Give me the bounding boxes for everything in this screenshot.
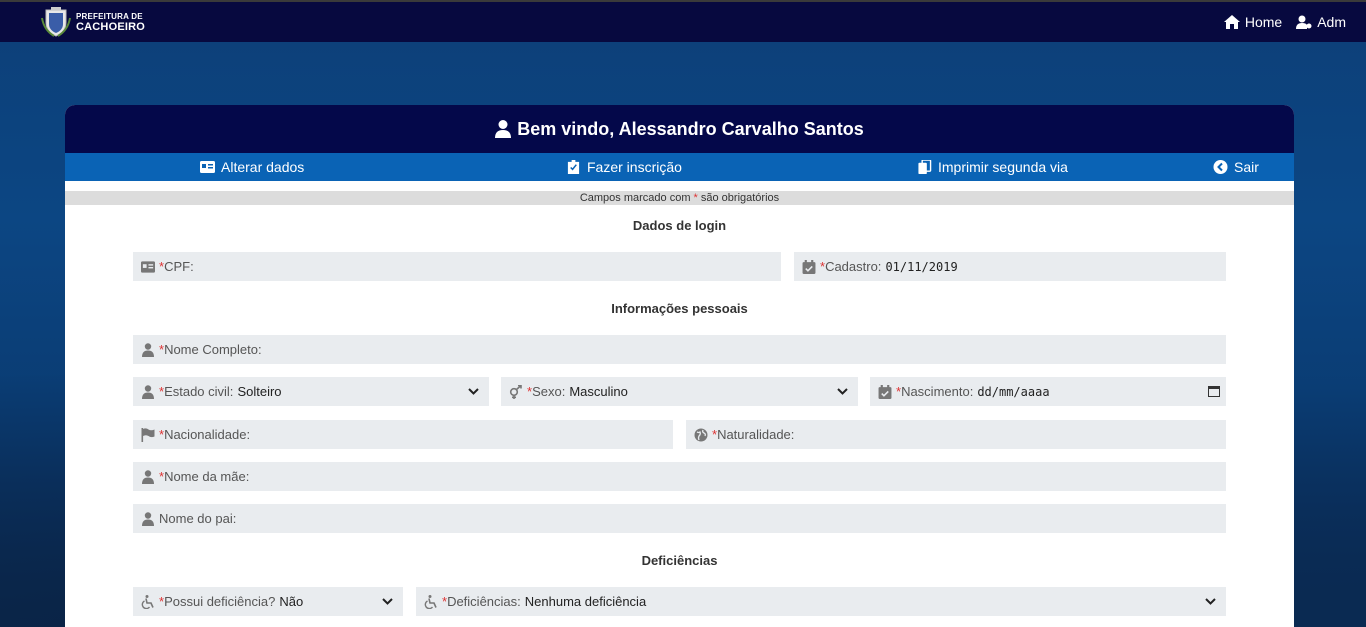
user-icon xyxy=(495,120,512,138)
user-icon xyxy=(142,511,154,526)
section-title-login: Dados de login xyxy=(632,218,727,233)
brand-line2: CACHOEIRO xyxy=(76,21,146,33)
chevron-circle-left-icon xyxy=(1213,160,1228,174)
nav-home-link[interactable]: Home xyxy=(1223,14,1283,30)
sexo-label: *Sexo: xyxy=(527,384,566,399)
nascimento-value: dd/mm/aaaa xyxy=(977,384,1050,399)
sexo-select[interactable]: *Sexo: Masculino xyxy=(501,377,858,406)
nome-mae-label: *Nome da mãe: xyxy=(159,469,250,484)
clipboard-check-icon xyxy=(567,160,580,174)
venus-mars-icon xyxy=(509,384,522,399)
possui-deficiencia-label: *Possui deficiência? xyxy=(159,594,276,609)
estado-civil-value: Solteiro xyxy=(237,384,282,399)
estado-civil-select[interactable]: *Estado civil: Solteiro xyxy=(133,377,489,406)
nav-adm-label: Adm xyxy=(1317,14,1346,30)
notice-text-after: são obrigatórios xyxy=(697,192,780,204)
nome-completo-label: *Nome Completo: xyxy=(159,342,262,357)
imprimir-segunda-via-label: Imprimir segunda via xyxy=(938,159,1068,175)
naturalidade-field[interactable]: *Naturalidade: xyxy=(686,420,1226,449)
deficiencias-label: *Deficiências: xyxy=(442,594,521,609)
nome-pai-label: Nome do pai: xyxy=(159,511,237,526)
wheelchair-icon xyxy=(424,594,437,609)
possui-deficiencia-value: Não xyxy=(279,594,304,609)
alterar-dados-button[interactable]: Alterar dados xyxy=(200,153,304,181)
cpf-field[interactable]: *CPF: xyxy=(133,252,781,281)
notice-text-before: Campos marcado com xyxy=(579,192,694,204)
section-title-disabilities: Deficiências xyxy=(641,553,718,568)
alterar-dados-label: Alterar dados xyxy=(221,159,305,175)
welcome-text: Bem vindo, Alessandro Carvalho Santos xyxy=(517,118,864,139)
sexo-value: Masculino xyxy=(569,384,628,399)
fazer-inscricao-label: Fazer inscrição xyxy=(587,159,682,175)
deficiencias-select[interactable]: *Deficiências: Nenhuma deficiência xyxy=(416,587,1226,616)
calendar-picker-icon[interactable] xyxy=(1208,385,1220,397)
nome-mae-field[interactable]: *Nome da mãe: xyxy=(133,462,1226,491)
flag-icon xyxy=(141,427,155,442)
sair-button[interactable]: Sair xyxy=(1213,153,1259,181)
estado-civil-label: *Estado civil: xyxy=(159,384,234,399)
users-cog-icon xyxy=(1296,15,1312,29)
calendar-check-icon xyxy=(878,384,892,399)
user-icon xyxy=(142,469,154,484)
user-icon xyxy=(142,342,154,357)
chevron-down-icon xyxy=(468,388,479,395)
chevron-down-icon xyxy=(837,388,848,395)
top-navbar: PREFEITURA DE CACHOEIRO Home Adm xyxy=(0,0,1366,42)
sair-label: Sair xyxy=(1234,159,1259,175)
cadastro-value: 01/11/2019 xyxy=(885,259,958,274)
deficiencias-value: Nenhuma deficiência xyxy=(524,594,647,609)
nascimento-label: *Nascimento: xyxy=(896,384,974,399)
home-icon xyxy=(1223,15,1240,29)
cadastro-label: *Cadastro: xyxy=(820,259,882,274)
nascimento-date-input[interactable]: *Nascimento: dd/mm/aaaa xyxy=(870,377,1226,406)
user-card: Bem vindo, Alessandro Carvalho Santos Al… xyxy=(65,105,1294,627)
city-crest-icon xyxy=(41,7,71,37)
id-card-icon xyxy=(200,161,215,173)
nav-adm-link[interactable]: Adm xyxy=(1296,14,1346,30)
nome-pai-field[interactable]: Nome do pai: xyxy=(133,504,1226,533)
naturalidade-label: *Naturalidade: xyxy=(712,427,795,442)
chevron-down-icon xyxy=(1205,598,1216,605)
possui-deficiencia-select[interactable]: *Possui deficiência? Não xyxy=(133,587,403,616)
user-icon xyxy=(142,384,154,399)
chevron-down-icon xyxy=(382,598,393,605)
welcome-header: Bem vindo, Alessandro Carvalho Santos xyxy=(65,105,1294,153)
wheelchair-icon xyxy=(141,594,154,609)
cadastro-field[interactable]: *Cadastro: 01/11/2019 xyxy=(794,252,1226,281)
action-bar: Alterar dados Fazer inscrição Imprimir s… xyxy=(65,153,1294,181)
globe-icon xyxy=(694,428,708,441)
brand-logo[interactable]: PREFEITURA DE CACHOEIRO xyxy=(40,6,145,38)
nacionalidade-field[interactable]: *Nacionalidade: xyxy=(133,420,673,449)
nome-completo-field[interactable]: *Nome Completo: xyxy=(133,335,1226,364)
cpf-label: *CPF: xyxy=(159,259,194,274)
nacionalidade-label: *Nacionalidade: xyxy=(159,427,251,442)
nav-home-label: Home xyxy=(1244,14,1283,30)
required-fields-notice: Campos marcado com * são obrigatórios xyxy=(65,191,1294,205)
section-title-personal: Informações pessoais xyxy=(611,301,748,316)
fazer-inscricao-button[interactable]: Fazer inscrição xyxy=(566,153,682,181)
id-card-icon xyxy=(141,260,155,273)
imprimir-segunda-via-button[interactable]: Imprimir segunda via xyxy=(917,153,1068,181)
copy-icon xyxy=(918,160,932,174)
calendar-check-icon xyxy=(802,259,816,274)
